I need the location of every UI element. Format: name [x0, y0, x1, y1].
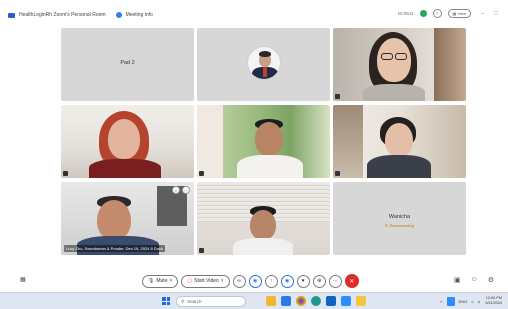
store-icon[interactable]	[281, 296, 291, 306]
folder-icon[interactable]	[356, 296, 366, 306]
outlook-icon[interactable]	[326, 296, 336, 306]
participant-avatar	[247, 46, 281, 80]
live-caption: Lucy Zhu, Swordsman & Ponder, Dec 19, 20…	[64, 245, 165, 252]
participant-name: Wanicha	[388, 214, 411, 220]
file-explorer-icon[interactable]	[266, 296, 276, 306]
microphone-icon: 🎙	[148, 278, 155, 284]
mute-button[interactable]: 🎙 Mute ˅	[142, 274, 179, 288]
start-video-label: Start Video	[194, 278, 219, 284]
reactions-button[interactable]: ♥	[296, 274, 310, 288]
video-tile-older-woman[interactable]	[333, 105, 466, 178]
chat-button[interactable]: ◉	[248, 274, 262, 288]
taskbar-clock[interactable]: 12:00 PM 9/11/2024	[485, 296, 502, 306]
start-video-button[interactable]: ▢ Start Video ˅	[181, 274, 230, 288]
mic-muted-icon	[335, 94, 340, 99]
zoom-taskbar-icon[interactable]	[341, 296, 351, 306]
meeting-controls: ▦ 🎙 Mute ˅ ▢ Start Video ˅ ∞ ◉ ↑ ◉ ♥ ⊕ ⋯…	[0, 270, 508, 292]
maximize-button[interactable]: □	[494, 11, 498, 17]
minimize-button[interactable]: –	[481, 11, 484, 17]
participant-name: Pad 2	[120, 60, 135, 66]
info-icon[interactable]	[115, 12, 122, 18]
record-button[interactable]: ◉	[280, 274, 294, 288]
video-tile-wanicha[interactable]: Wanicha ↻ Reconnecting	[333, 182, 466, 255]
search-placeholder: Search	[187, 299, 202, 304]
more-button[interactable]: ⋯	[328, 274, 342, 288]
windows-taskbar: ⚲ Search ˄ ENG ≈ ♬ 12:00 PM 9/11/2024	[0, 292, 508, 309]
mic-muted-icon	[199, 171, 204, 176]
apps-button[interactable]: ⊕	[312, 274, 326, 288]
clock-date: 9/11/2024	[485, 301, 502, 305]
tile-overlay-controls: • ⋯	[172, 186, 190, 194]
people-icon[interactable]: ☺	[471, 276, 478, 284]
pin-icon[interactable]: •	[172, 186, 180, 194]
video-tile-avatar[interactable]	[197, 28, 330, 101]
mic-muted-icon	[335, 171, 340, 176]
connection-status: ↻ Reconnecting	[385, 223, 414, 228]
volume-icon[interactable]: ♬	[477, 299, 481, 304]
mute-button-label: Mute	[156, 278, 168, 284]
chevron-down-icon[interactable]: ˅	[221, 278, 224, 284]
mic-muted-icon	[63, 171, 68, 176]
participants-button[interactable]: ∞	[232, 274, 246, 288]
video-tile-man-window[interactable]	[197, 182, 330, 255]
search-icon: ⚲	[181, 298, 185, 304]
shield-icon[interactable]	[419, 10, 427, 17]
whiteboard-icon[interactable]: ▣	[454, 276, 461, 284]
share-screen-button[interactable]: ↑	[264, 274, 278, 288]
meeting-id-label: ID:0511	[398, 11, 414, 16]
video-tile-woman-glasses[interactable]	[333, 28, 466, 101]
end-call-button[interactable]: ✕	[344, 274, 359, 288]
language-indicator[interactable]: ENG	[459, 299, 468, 304]
windows-start-icon[interactable]	[162, 297, 170, 305]
chevron-up-icon[interactable]: ˄	[440, 299, 442, 304]
video-tile-pad-2[interactable]: Pad 2	[61, 28, 194, 101]
chat-icon[interactable]: ?	[432, 9, 442, 18]
meeting-title: HealthLoginRh Zoom's Personal Room	[19, 12, 106, 18]
participants-panel-icon[interactable]: ▦	[20, 276, 28, 284]
zoom-tray-icon[interactable]	[446, 296, 455, 306]
view-button[interactable]: ▦ View	[447, 9, 472, 18]
more-icon[interactable]: ⋯	[182, 186, 190, 194]
wifi-icon[interactable]: ≈	[471, 299, 473, 304]
view-button-label: View	[457, 11, 467, 16]
settings-icon[interactable]: ⚙	[488, 276, 494, 284]
edge-icon[interactable]	[311, 296, 321, 306]
video-tile-man-forest[interactable]	[197, 105, 330, 178]
video-tile-red-hair-woman[interactable]	[61, 105, 194, 178]
chevron-down-icon[interactable]: ˅	[169, 278, 172, 284]
video-camera-icon: ▢	[187, 278, 193, 284]
mic-muted-icon	[199, 248, 204, 253]
title-bar: HealthLoginRh Zoom's Personal Room Meeti…	[0, 0, 508, 30]
zoom-app-icon	[8, 12, 15, 18]
meeting-info-link[interactable]: Meeting info	[126, 12, 153, 18]
chrome-icon[interactable]	[296, 296, 306, 306]
taskbar-search-input[interactable]: ⚲ Search	[176, 296, 246, 307]
video-tile-man-caption[interactable]: • ⋯ Lucy Zhu, Swordsman & Ponder, Dec 19…	[61, 182, 194, 255]
